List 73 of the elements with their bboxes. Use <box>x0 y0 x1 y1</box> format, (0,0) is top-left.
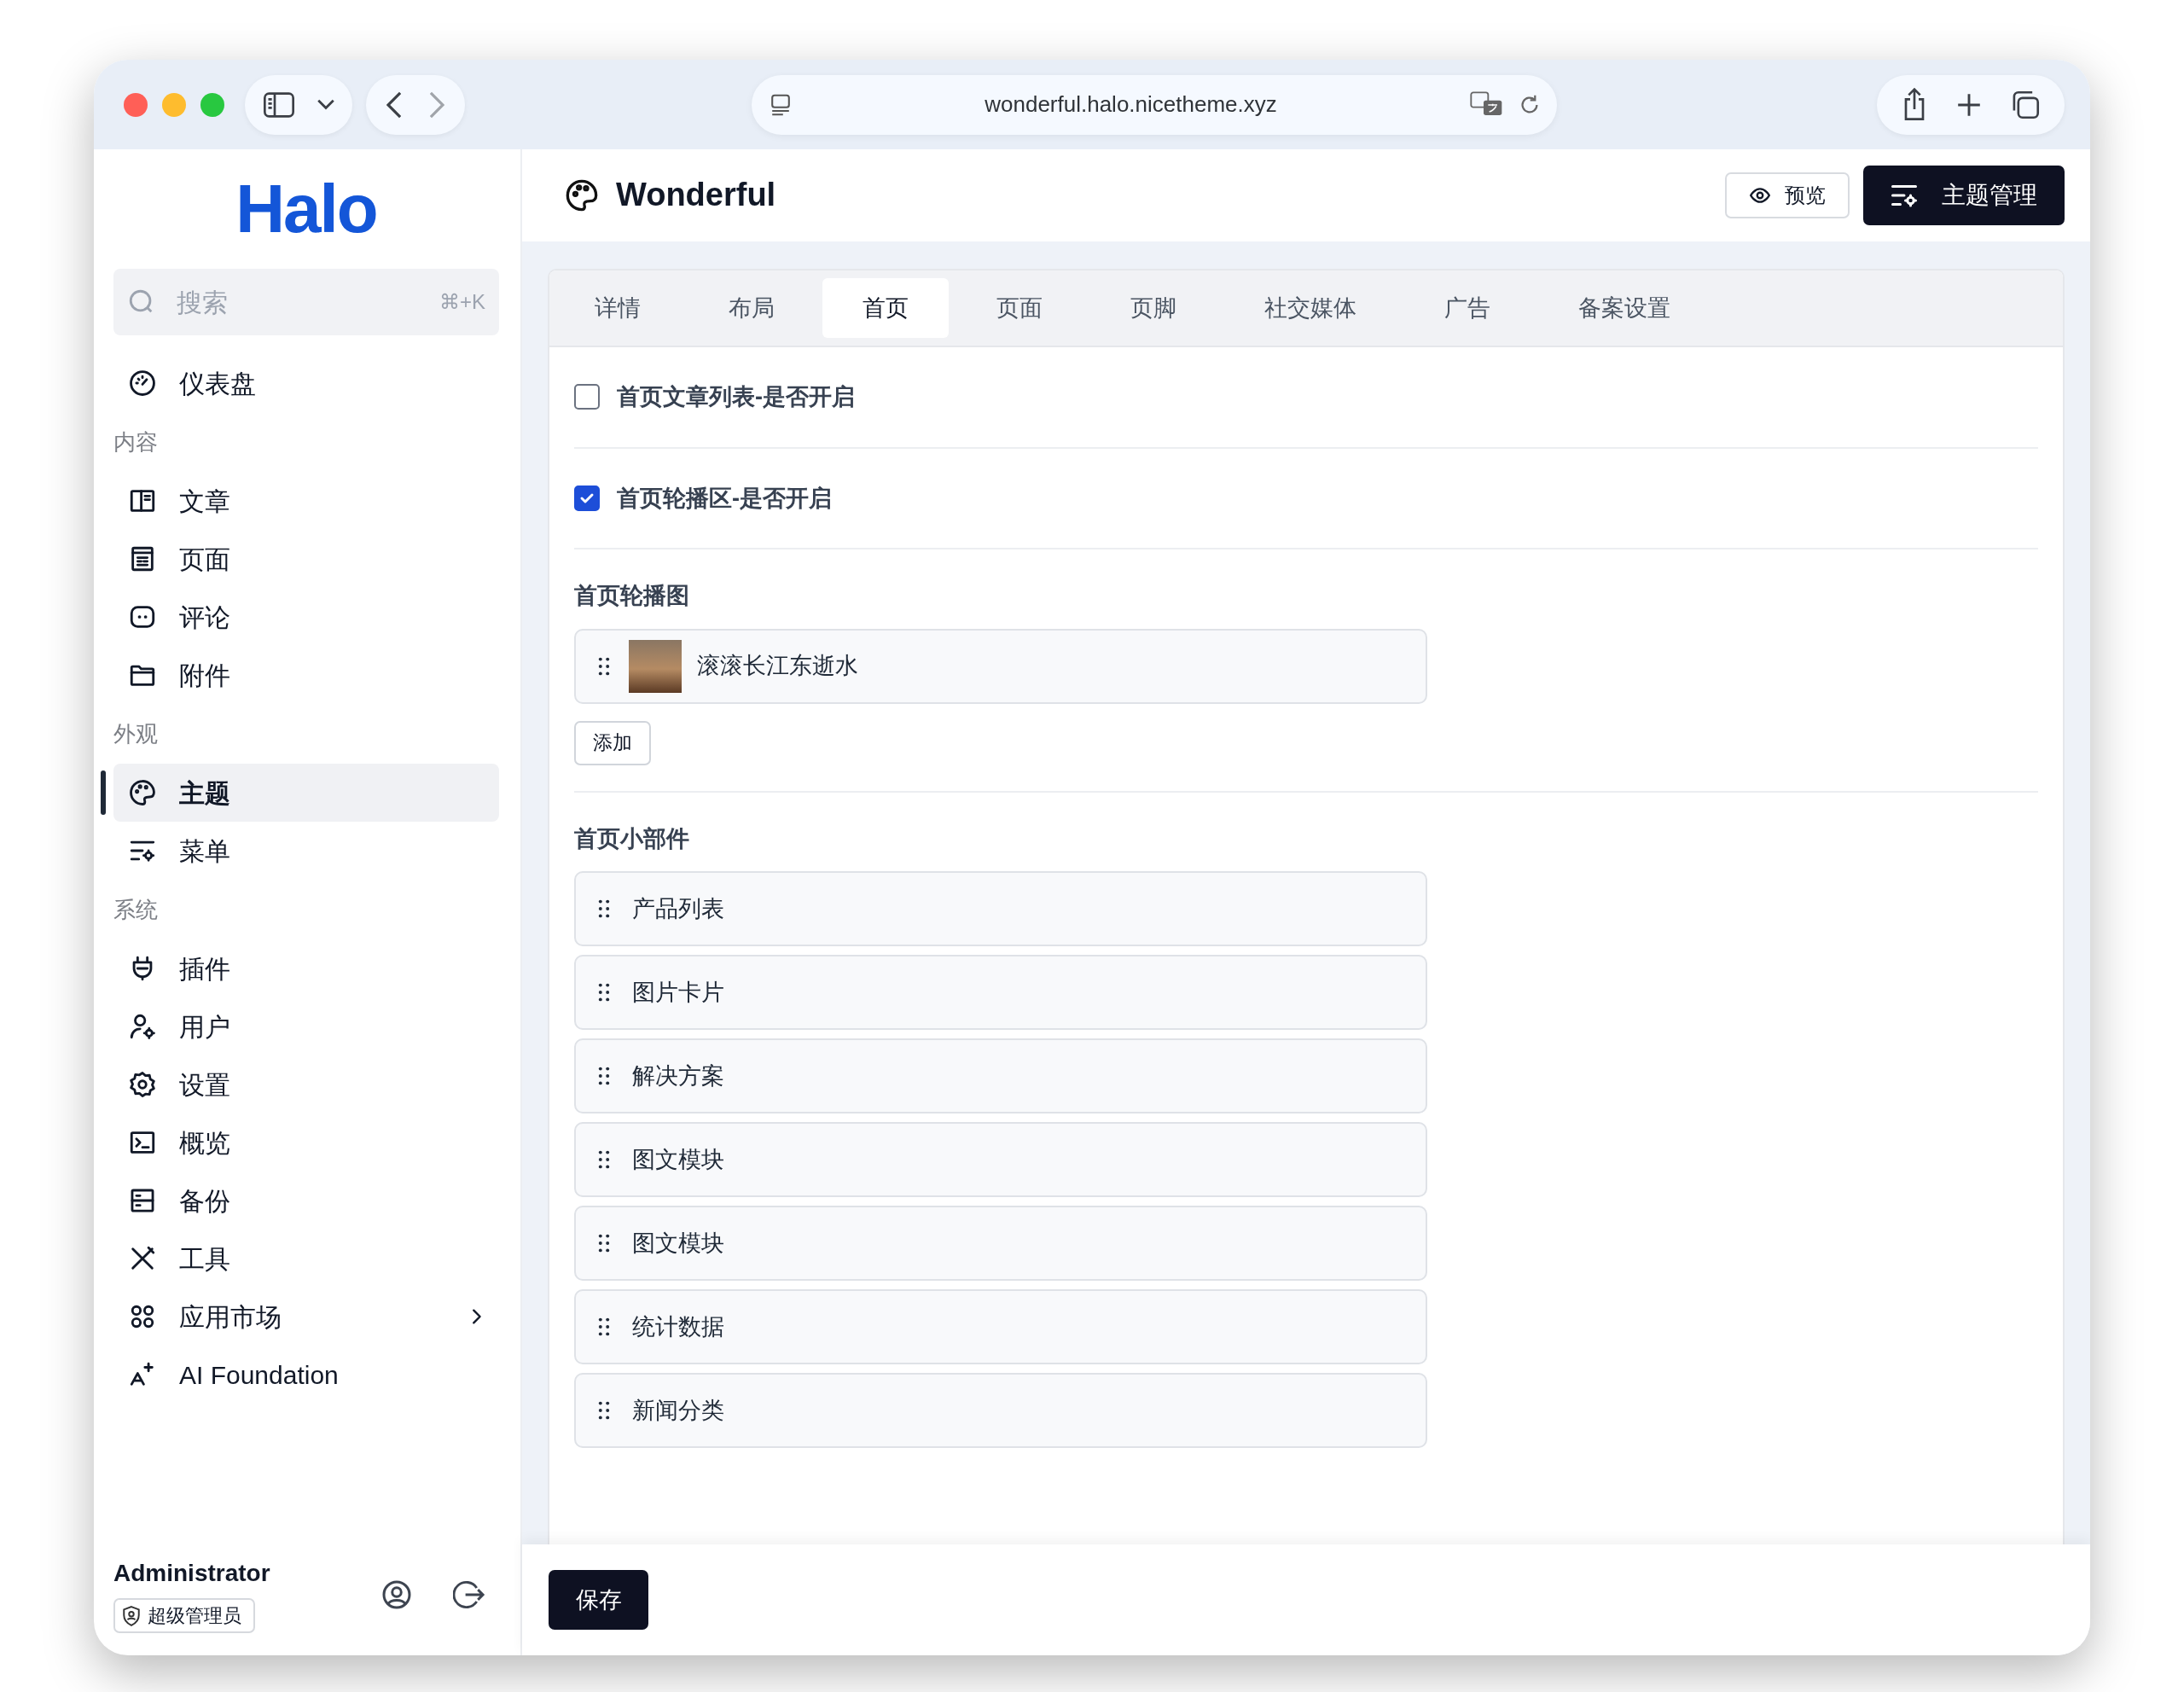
drag-handle-icon <box>598 1066 610 1086</box>
sortable-item[interactable]: 图文模块 <box>574 1122 1427 1197</box>
drag-handle-icon <box>598 898 610 919</box>
user-name: Administrator <box>113 1559 271 1588</box>
drag-handle-icon <box>598 1233 610 1253</box>
sidebar-item[interactable]: 工具 <box>113 1230 499 1288</box>
sidebar-item[interactable]: 应用市场 <box>113 1288 499 1346</box>
sidebar-item[interactable]: 仪表盘 <box>113 354 499 412</box>
drag-handle-icon <box>598 982 610 1003</box>
sidebar-item[interactable]: 文章 <box>113 472 499 530</box>
tab[interactable]: 广告 <box>1404 278 1531 338</box>
tab[interactable]: 布局 <box>688 278 815 338</box>
section-label: 系统 <box>113 895 159 924</box>
sidebar-item[interactable]: 概览 <box>113 1113 499 1172</box>
sidebar-item[interactable]: AI Foundation <box>113 1346 499 1404</box>
sidebar-icon <box>262 90 296 119</box>
tab[interactable]: 备案设置 <box>1538 278 1711 338</box>
address-text: wonderful.halo.nicetheme.xyz <box>984 90 1278 119</box>
drag-handle-icon <box>598 1317 610 1337</box>
sortable-item[interactable]: 新闻分类 <box>574 1373 1427 1448</box>
sortable-item[interactable]: 统计数据 <box>574 1289 1427 1364</box>
shortcut-hint: ⌘+K <box>439 289 485 315</box>
sidebar-item[interactable]: 设置 <box>113 1055 499 1113</box>
sortable-item[interactable]: 图片卡片 <box>574 955 1427 1030</box>
drag-handle-icon <box>598 1149 610 1170</box>
close-window-button[interactable] <box>124 92 148 117</box>
tab[interactable]: 首页 <box>822 278 949 338</box>
palette-icon <box>128 778 157 807</box>
active-indicator <box>101 770 106 815</box>
add-button[interactable]: 添加 <box>574 720 651 765</box>
field-label: 首页轮播图 <box>574 582 690 610</box>
shield-icon <box>122 1605 141 1626</box>
role-badge: 超级管理员 <box>113 1598 255 1633</box>
theme-manage-button[interactable]: 主题管理 <box>1863 166 2065 225</box>
checkbox[interactable] <box>574 485 600 511</box>
address-bar[interactable]: wonderful.halo.nicetheme.xyz <box>751 74 1557 135</box>
halo-logo[interactable]: Halo <box>235 175 377 243</box>
palette-icon <box>565 178 599 212</box>
sidebar-item[interactable]: 评论 <box>113 588 499 646</box>
search-input[interactable]: 搜索 <box>175 282 421 323</box>
drag-handle-icon <box>598 1400 610 1421</box>
checkbox-label: 首页轮播区-是否开启 <box>617 484 832 513</box>
sortable-item[interactable]: 产品列表 <box>574 871 1427 946</box>
sidebar-item[interactable]: 主题 <box>113 764 499 822</box>
sortable-item[interactable]: 解决方案 <box>574 1038 1427 1113</box>
tab[interactable]: 社交媒体 <box>1224 278 1397 338</box>
user-profile-icon[interactable] <box>381 1579 412 1610</box>
section-label: 外观 <box>113 719 159 748</box>
sidebar-item[interactable]: 插件 <box>113 939 499 997</box>
sidebar-item[interactable]: 备份 <box>113 1172 499 1230</box>
sidebar-item[interactable]: 菜单 <box>113 822 499 880</box>
sortable-item[interactable]: 图文模块 <box>574 1206 1427 1281</box>
tab[interactable]: 详情 <box>555 278 681 338</box>
section-label: 内容 <box>113 427 159 456</box>
sidebar-item[interactable]: 用户 <box>113 997 499 1055</box>
logout-icon[interactable] <box>453 1579 485 1610</box>
field-label: 首页小部件 <box>574 824 690 853</box>
photo-placeholder <box>629 639 682 693</box>
sidebar-item[interactable]: 附件 <box>113 646 499 704</box>
sidebar-item[interactable]: 页面 <box>113 530 499 588</box>
save-button[interactable]: 保存 <box>549 1570 648 1630</box>
gauge-icon <box>128 369 157 398</box>
chevron-down-icon <box>317 98 335 111</box>
tab[interactable]: 页面 <box>956 278 1083 338</box>
user-gear-icon <box>128 1012 157 1041</box>
drag-handle-icon <box>598 655 610 677</box>
preview-button[interactable]: 预览 <box>1725 172 1850 218</box>
sortable-item[interactable]: 滚滚长江东逝水 <box>574 628 1427 704</box>
page-title: Wonderful <box>616 176 776 215</box>
checkbox[interactable] <box>574 384 600 410</box>
checkbox-label: 首页文章列表-是否开启 <box>617 383 855 411</box>
gear-icon <box>128 1070 157 1099</box>
tab[interactable]: 页脚 <box>1090 278 1217 338</box>
